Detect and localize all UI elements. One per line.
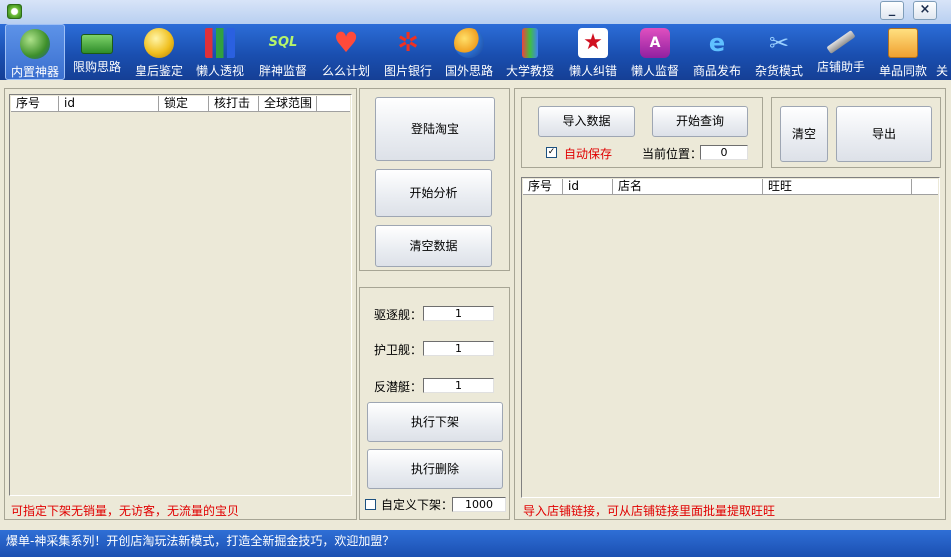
title-bar: _ × [0,0,951,24]
close-button[interactable]: × [913,1,937,20]
middle-bottom-group: 驱逐舰： 1 护卫舰： 1 反潜艇： 1 执行下架 执行删除 自定义下架： 10… [359,287,510,520]
search-image-icon [888,28,918,58]
destroyer-input[interactable]: 1 [423,306,494,321]
position-label: 当前位置： [642,147,703,161]
list-header: 序号 id 店名 旺旺 [523,179,938,195]
globe-icon [454,28,484,58]
toolbar-item-same-style[interactable]: 单品同款 [875,24,931,80]
status-bar: 爆单-神采集系列！开创店淘玩法新模式，打造全新掘金技巧，欢迎加盟？ [0,530,951,557]
delist-list[interactable]: 序号 id 锁定 核打击 全球范围 [9,94,352,496]
app-icon [7,4,22,19]
right-panel: 导入数据 开始查询 ✓ 自动保存 当前位置： 0 清空 导出 序号 id 店名 … [514,88,946,520]
left-panel: 序号 id 锁定 核打击 全球范围 可指定下架无销量，无访客，无流量的宝贝 [4,88,357,520]
execute-delist-button[interactable]: 执行下架 [367,402,503,442]
import-data-button[interactable]: 导入数据 [538,106,635,137]
export-group: 清空 导出 [771,97,941,168]
toolbar-item-lazy-supervise[interactable]: A 懒人监督 [627,24,683,80]
frigate-input[interactable]: 1 [423,341,494,356]
toolbar-item-queen[interactable]: 皇后鉴定 [130,24,188,80]
shop-list[interactable]: 序号 id 店名 旺旺 [521,177,940,498]
toolbar-item-supervise[interactable]: SQL 胖神监督 [255,24,311,80]
main-toolbar: 内置神器 限购思路 皇后鉴定 懒人透视 SQL 胖神监督 ♥ 么么计划 ✲ 图片… [0,24,951,80]
clear-data-button[interactable]: 清空数据 [375,225,492,267]
column-header[interactable]: 全球范围 [259,96,317,112]
list-header: 序号 id 锁定 核打击 全球范围 [11,96,350,112]
toolbar-item-limit[interactable]: 限购思路 [69,24,125,80]
custom-delist-input[interactable]: 1000 [452,497,506,512]
position-input[interactable]: 0 [700,145,748,160]
toolbar-item-builtin[interactable]: 内置神器 [5,24,65,80]
column-header[interactable]: 序号 [11,96,59,112]
frigate-label: 护卫舰： [374,343,423,357]
toolbar-item-professor[interactable]: 大学教授 [502,24,558,80]
column-header[interactable]: 核打击 [209,96,259,112]
earth-vb-icon [20,29,50,59]
middle-top-group: 登陆淘宝 开始分析 清空数据 [359,88,510,271]
login-taobao-button[interactable]: 登陆淘宝 [375,97,495,161]
bar-chart-icon [205,28,235,58]
column-header[interactable]: 锁定 [159,96,209,112]
right-hint: 导入店铺链接，可从店铺链接里面批量提取旺旺 [523,504,776,518]
left-hint: 可指定下架无销量，无访客，无流量的宝贝 [11,504,240,518]
heart-icon: ♥ [333,26,359,59]
saw-icon [826,30,856,54]
toolbar-item-plan[interactable]: ♥ 么么计划 [318,24,374,80]
column-header[interactable]: 序号 [523,179,563,195]
export-button[interactable]: 导出 [836,106,932,162]
money-bill-icon [81,34,113,54]
column-header[interactable]: id [563,179,613,195]
toolbar-item-grocery[interactable]: ✂ 杂货模式 [751,24,807,80]
ie-icon: e [708,29,726,57]
autosave-label: 自动保存 [564,147,613,161]
partial-icon [936,28,950,58]
start-query-button[interactable]: 开始查询 [652,106,748,137]
scissors-icon: ✂ [768,29,790,57]
clear-button[interactable]: 清空 [780,106,828,162]
autosave-checkbox[interactable]: ✓ [546,147,557,158]
gold-coin-icon [144,28,174,58]
column-header[interactable]: 旺旺 [763,179,912,195]
custom-delist-checkbox[interactable] [365,499,376,510]
gem-a-icon: A [640,28,670,58]
sql-icon: SQL [268,35,298,50]
submarine-input[interactable]: 1 [423,378,494,393]
column-header[interactable]: 店名 [613,179,763,195]
acrobat-icon: ✲ [397,28,419,58]
minimize-button[interactable]: _ [880,1,904,20]
star-icon: ★ [578,28,608,58]
execute-delete-button[interactable]: 执行删除 [367,449,503,489]
column-header[interactable]: id [59,96,159,112]
toolbar-item-perspective[interactable]: 懒人透视 [192,24,248,80]
toolbar-item-shop-helper[interactable]: 店铺助手 [813,24,869,80]
submarine-label: 反潜艇： [374,380,423,394]
toolbar-item-publish[interactable]: e 商品发布 [689,24,745,80]
toolbar-item-more[interactable]: 关 [936,24,951,80]
import-group: 导入数据 开始查询 ✓ 自动保存 当前位置： 0 [521,97,763,168]
destroyer-label: 驱逐舰： [374,308,423,322]
toolbar-item-image-bank[interactable]: ✲ 图片银行 [380,24,436,80]
toolbar-item-overseas[interactable]: 国外思路 [441,24,497,80]
brushes-icon [522,28,538,58]
custom-delist-label: 自定义下架： [381,498,454,512]
start-analysis-button[interactable]: 开始分析 [375,169,492,217]
toolbar-item-correction[interactable]: ★ 懒人纠错 [565,24,621,80]
